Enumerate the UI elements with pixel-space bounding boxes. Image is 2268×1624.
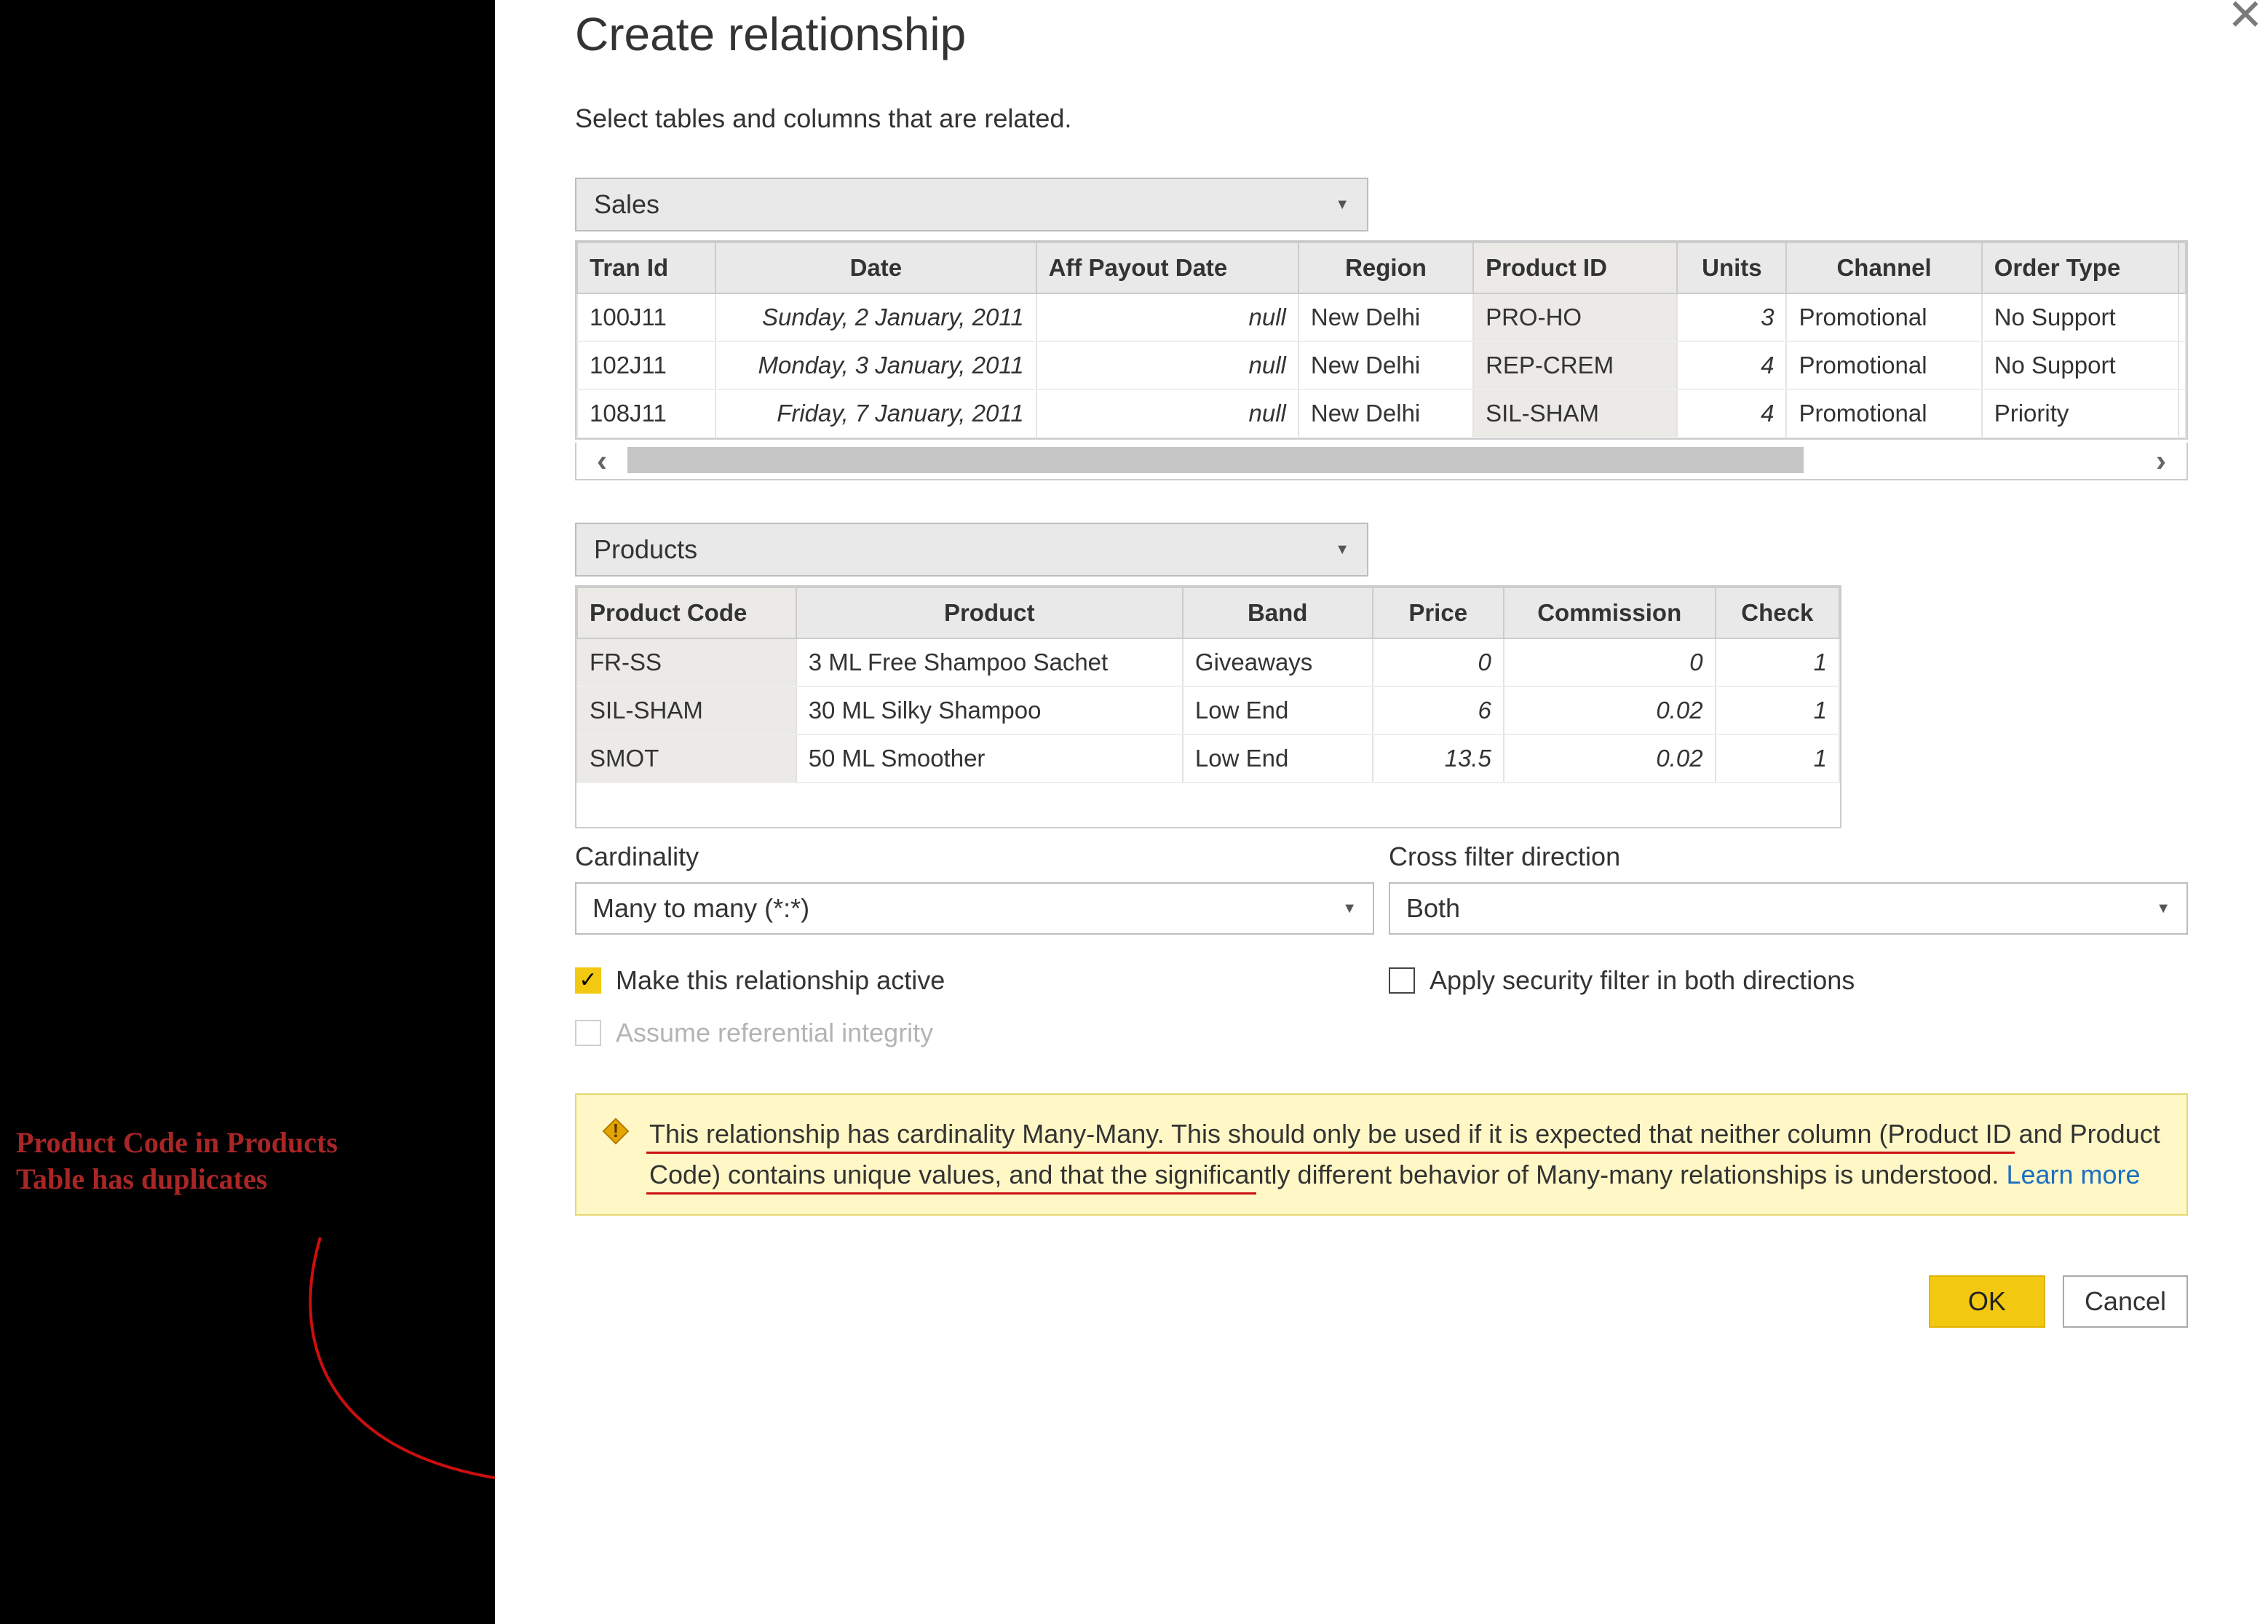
table1-hscrollbar[interactable]: ‹ › [575, 443, 2188, 480]
th-overflow [2178, 242, 2186, 293]
cardinality-value: Many to many (*:*) [592, 893, 809, 924]
cancel-button[interactable]: Cancel [2063, 1275, 2188, 1328]
table1-select[interactable]: Sales ▼ [575, 178, 1368, 231]
table1-select-value: Sales [594, 189, 659, 220]
dialog-subtitle: Select tables and columns that are relat… [575, 103, 2188, 134]
th-channel[interactable]: Channel [1786, 242, 1981, 293]
table2-preview: Product Code Product Band Price Commissi… [575, 585, 1841, 828]
th-productcode[interactable]: Product Code [577, 587, 796, 638]
warning-banner: ! This relationship has cardinality Many… [575, 1093, 2188, 1216]
table-row[interactable]: 108J11 Friday, 7 January, 2011 null New … [577, 389, 2186, 437]
th-date[interactable]: Date [715, 242, 1036, 293]
learn-more-link[interactable]: Learn more [2006, 1160, 2140, 1189]
annotation-bold-2: duplicates [141, 1162, 267, 1195]
table2-select-value: Products [594, 534, 697, 565]
caret-down-icon: ▼ [1335, 197, 1349, 213]
annotation-text: Product Code in Products Table has dupli… [16, 1125, 482, 1197]
scroll-right-icon[interactable]: › [2136, 443, 2186, 479]
svg-text:!: ! [613, 1120, 619, 1141]
th-check[interactable]: Check [1716, 587, 1839, 638]
th-product[interactable]: Product [796, 587, 1183, 638]
scroll-track[interactable] [627, 443, 2136, 479]
left-black-margin [0, 0, 495, 1624]
apply-security-label: Apply security filter in both directions [1430, 965, 1855, 996]
th-band[interactable]: Band [1183, 587, 1373, 638]
table-row[interactable]: FR-SS 3 ML Free Shampoo Sachet Giveaways… [577, 638, 1839, 686]
table2-select[interactable]: Products ▼ [575, 523, 1368, 577]
table-row[interactable]: SIL-SHAM 30 ML Silky Shampoo Low End 6 0… [577, 686, 1839, 734]
crossfilter-select[interactable]: Both ▼ [1389, 882, 2188, 935]
dialog-button-row: OK Cancel [575, 1275, 2188, 1328]
make-active-label: Make this relationship active [616, 965, 945, 996]
th-aff[interactable]: Aff Payout Date [1036, 242, 1298, 293]
assume-referential-label: Assume referential integrity [616, 1018, 933, 1048]
close-icon[interactable]: ✕ [2227, 0, 2264, 41]
dialog-title: Create relationship [575, 7, 2188, 61]
th-region[interactable]: Region [1298, 242, 1473, 293]
apply-security-checkbox[interactable]: Apply security filter in both directions [1389, 965, 2188, 996]
crossfilter-label: Cross filter direction [1389, 841, 2188, 872]
scroll-thumb[interactable] [627, 447, 1804, 473]
warning-icon: ! [601, 1117, 630, 1146]
assume-referential-checkbox: Assume referential integrity [575, 1018, 1374, 1048]
annotation-bold-1: Product Code [16, 1126, 188, 1159]
products-table: Product Code Product Band Price Commissi… [576, 587, 1840, 827]
checkbox-icon: ✓ [575, 967, 601, 994]
ok-button[interactable]: OK [1929, 1275, 2045, 1328]
caret-down-icon: ▼ [2156, 900, 2170, 917]
th-price[interactable]: Price [1373, 587, 1504, 638]
warning-text: This relationship has cardinality Many-M… [649, 1114, 2162, 1195]
sales-table: Tran Id Date Aff Payout Date Region Prod… [576, 242, 2186, 438]
th-tranid[interactable]: Tran Id [577, 242, 715, 293]
crossfilter-value: Both [1406, 893, 1460, 924]
table-row[interactable]: 100J11 Sunday, 2 January, 2011 null New … [577, 293, 2186, 341]
table-row-blank [577, 783, 1839, 826]
annotation-underline [646, 1152, 2015, 1154]
table1-preview: Tran Id Date Aff Payout Date Region Prod… [575, 240, 2188, 440]
scroll-left-icon[interactable]: ‹ [576, 443, 627, 479]
make-active-checkbox[interactable]: ✓ Make this relationship active [575, 965, 1374, 996]
th-ordertype[interactable]: Order Type [1982, 242, 2178, 293]
create-relationship-dialog: ✕ Create relationship Select tables and … [495, 0, 2268, 1624]
th-productid[interactable]: Product ID [1473, 242, 1677, 293]
annotation-underline [646, 1192, 1256, 1195]
caret-down-icon: ▼ [1335, 542, 1349, 558]
th-commission[interactable]: Commission [1504, 587, 1716, 638]
cardinality-select[interactable]: Many to many (*:*) ▼ [575, 882, 1374, 935]
table-row[interactable]: 102J11 Monday, 3 January, 2011 null New … [577, 341, 2186, 389]
table-row[interactable]: SMOT 50 ML Smoother Low End 13.5 0.02 1 [577, 734, 1839, 783]
th-units[interactable]: Units [1677, 242, 1786, 293]
checkbox-icon [575, 1020, 601, 1046]
checkbox-icon [1389, 967, 1415, 994]
cardinality-label: Cardinality [575, 841, 1374, 872]
caret-down-icon: ▼ [1342, 900, 1357, 917]
